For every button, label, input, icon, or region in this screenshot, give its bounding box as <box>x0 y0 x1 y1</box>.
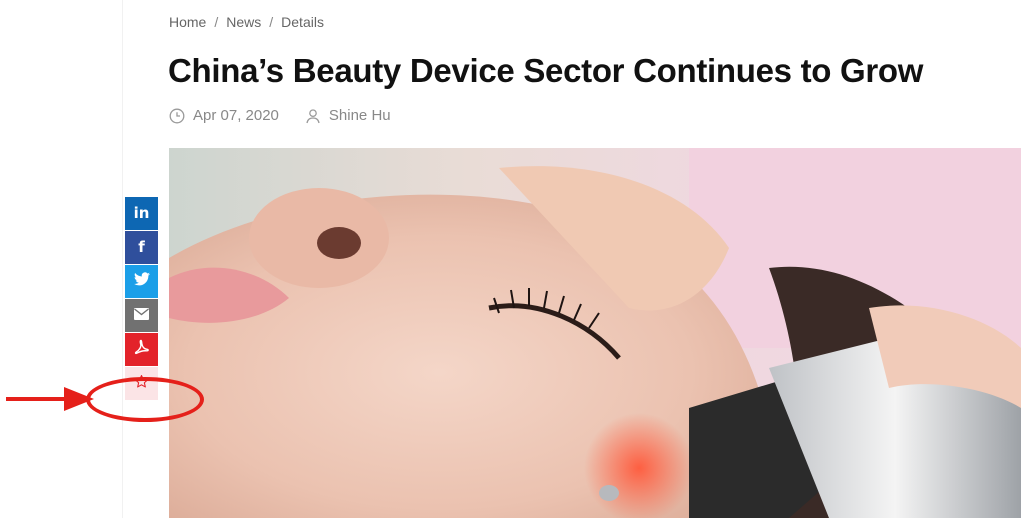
social-share-bar: in f <box>125 197 158 400</box>
envelope-icon <box>134 307 149 325</box>
share-twitter-button[interactable] <box>125 265 158 298</box>
facebook-icon: f <box>138 238 145 256</box>
user-icon <box>305 108 321 124</box>
breadcrumb-separator: / <box>214 14 219 30</box>
article-date-text: Apr 07, 2020 <box>193 107 279 124</box>
share-facebook-button[interactable]: f <box>125 231 158 264</box>
annotation-highlight-ellipse <box>86 377 204 422</box>
article-date: Apr 07, 2020 <box>169 107 279 124</box>
breadcrumb-separator: / <box>269 14 274 30</box>
article-meta: Apr 07, 2020 Shine Hu <box>169 107 391 124</box>
share-pdf-button[interactable] <box>125 333 158 366</box>
share-email-button[interactable] <box>125 299 158 332</box>
twitter-icon <box>133 272 150 291</box>
article-author-name: Shine Hu <box>328 107 391 124</box>
linkedin-icon: in <box>133 204 150 222</box>
clock-icon <box>169 108 185 124</box>
article-author: Shine Hu <box>305 107 391 124</box>
annotation-arrow-icon <box>6 387 94 411</box>
share-linkedin-button[interactable]: in <box>125 197 158 230</box>
left-gutter <box>0 0 123 518</box>
breadcrumb-current: Details <box>281 14 324 30</box>
breadcrumb: Home / News / Details <box>169 14 324 30</box>
article-hero-image <box>169 148 1021 518</box>
breadcrumb-home-link[interactable]: Home <box>169 14 206 30</box>
page-title: China’s Beauty Device Sector Continues t… <box>168 52 924 89</box>
pdf-icon <box>134 339 150 360</box>
breadcrumb-news-link[interactable]: News <box>226 14 261 30</box>
